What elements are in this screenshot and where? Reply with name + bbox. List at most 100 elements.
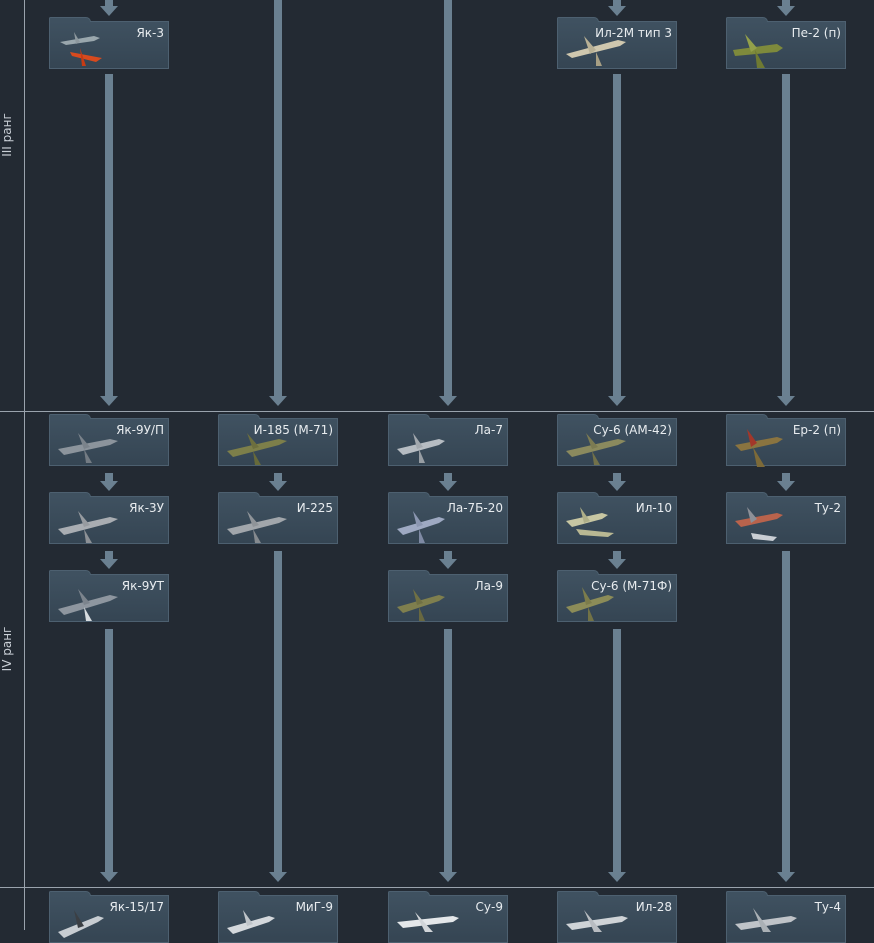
arrow-head-icon [777,396,795,406]
jet-plane-icon [227,910,275,934]
vehicle-name: Як-3У [129,501,164,515]
fighter-plane-icon [58,589,118,621]
fighter-plane-icon [397,589,445,621]
vehicle-card-su-9[interactable]: Су-9 [388,891,508,943]
fighter-plane-icon [397,433,445,463]
vehicle-name: Ил-2М тип 3 [595,26,672,40]
arrow-head-icon [100,872,118,882]
connector-arrow [613,629,621,872]
vehicle-name: И-225 [296,501,333,515]
connector-arrow [782,551,790,872]
vehicle-card-la-7b-20[interactable]: Ла-7Б-20 [388,492,508,544]
vehicle-card-yak-15-17[interactable]: Як-15/17 [49,891,169,943]
arrow-head-icon [777,6,795,16]
connector-arrow [105,473,113,481]
vehicle-name: Ла-9 [474,579,503,593]
arrow-head-icon [439,559,457,569]
rank-divider-line [24,0,25,930]
connector-arrow [782,473,790,481]
connector-arrow [782,74,790,396]
vehicle-name: Пе-2 (п) [791,26,841,40]
jet-bomber-icon [566,910,628,932]
vehicle-name: Ту-2 [814,501,841,515]
connector-arrow [274,551,282,872]
arrow-head-icon [269,872,287,882]
arrow-head-icon [608,872,626,882]
fighter-plane-icon [60,32,102,66]
arrow-head-icon [608,481,626,491]
bomber-plane-icon [735,507,783,541]
connector-arrow [613,74,621,396]
fighter-plane-icon [58,433,118,463]
vehicle-name: Як-3 [136,26,164,40]
arrow-head-icon [100,559,118,569]
vehicle-card-yak-9u-p[interactable]: Як-9У/П [49,414,169,466]
vehicle-name: Ла-7 [474,423,503,437]
connector-arrow [105,551,113,559]
vehicle-card-tu-2[interactable]: Ту-2 [726,492,846,544]
connector-arrow [444,629,452,872]
vehicle-card-yak-9ut[interactable]: Як-9УТ [49,570,169,622]
rank-label-iii: III ранг [0,113,14,157]
connector-arrow [613,551,621,559]
vehicle-card-il-10[interactable]: Ил-10 [557,492,677,544]
vehicle-card-su-6-m71f[interactable]: Су-6 (М-71Ф) [557,570,677,622]
arrow-head-icon [269,481,287,491]
vehicle-card-il-2m-3[interactable]: Ил-2М тип 3 [557,17,677,69]
arrow-head-icon [608,396,626,406]
bomber-plane-icon [733,34,783,68]
connector-arrow [613,473,621,481]
bomber-plane-icon [735,429,783,467]
arrow-head-icon [269,396,287,406]
rank-separator-iii-iv [0,411,874,412]
vehicle-name: Ер-2 (п) [792,423,841,437]
vehicle-card-i-225[interactable]: И-225 [218,492,338,544]
arrow-head-icon [439,481,457,491]
vehicle-card-mig-9[interactable]: МиГ-9 [218,891,338,943]
vehicle-name: Су-6 (М-71Ф) [591,579,672,593]
rank-label-iv: IV ранг [0,626,14,672]
vehicle-card-il-28[interactable]: Ил-28 [557,891,677,943]
jet-plane-icon [397,912,459,932]
connector-arrow [105,629,113,872]
arrow-head-icon [777,872,795,882]
connector-arrow [444,473,452,481]
arrow-head-icon [100,6,118,16]
vehicle-name: Як-15/17 [109,900,165,914]
vehicle-card-tu-4[interactable]: Ту-4 [726,891,846,943]
connector-arrow [274,0,282,396]
vehicle-card-la-7[interactable]: Ла-7 [388,414,508,466]
fighter-plane-icon [227,511,287,543]
vehicle-name: Ту-4 [814,900,841,914]
arrow-head-icon [439,396,457,406]
connector-arrow [105,74,113,396]
vehicle-name: Ла-7Б-20 [446,501,503,515]
vehicle-card-su-6-am42[interactable]: Су-6 (АМ-42) [557,414,677,466]
arrow-head-icon [100,481,118,491]
vehicle-name: МиГ-9 [295,900,333,914]
connector-arrow [444,551,452,559]
vehicle-card-er-2-p[interactable]: Ер-2 (п) [726,414,846,467]
vehicle-name: Су-6 (АМ-42) [593,423,672,437]
vehicle-name: Су-9 [475,900,503,914]
vehicle-card-la-9[interactable]: Ла-9 [388,570,508,622]
connector-arrow [444,0,452,396]
arrow-head-icon [608,559,626,569]
attacker-plane-icon [566,507,614,537]
connector-arrow [274,473,282,481]
fighter-plane-icon [58,511,118,543]
arrow-head-icon [100,396,118,406]
bomber-plane-icon [735,908,797,932]
vehicle-name: Ил-10 [635,501,672,515]
vehicle-card-pe-2-p[interactable]: Пе-2 (п) [726,17,846,69]
vehicle-name: Як-9У/П [116,423,164,437]
arrow-head-icon [608,6,626,16]
jet-plane-icon [58,910,104,938]
arrow-head-icon [777,481,795,491]
vehicle-card-yak-3u[interactable]: Як-3У [49,492,169,544]
vehicle-name: Як-9УТ [121,579,164,593]
vehicle-name: Ил-28 [635,900,672,914]
vehicle-card-i-185-m71[interactable]: И-185 (М-71) [218,414,338,466]
rank-separator-iv-v [0,887,874,888]
vehicle-card-yak-3[interactable]: Як-3 [49,17,169,69]
